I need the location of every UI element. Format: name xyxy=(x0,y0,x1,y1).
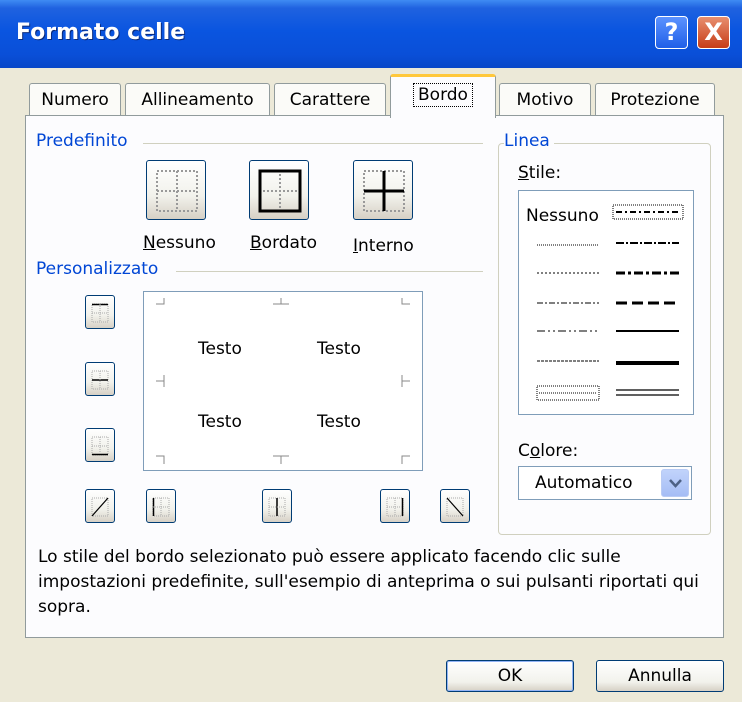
diagonal-down-icon xyxy=(446,497,464,517)
preset-inside-label: Interno xyxy=(353,236,414,256)
border-right-button[interactable] xyxy=(380,489,410,523)
help-icon: ? xyxy=(664,18,679,46)
border-diagonal-up-button[interactable] xyxy=(85,489,115,523)
tab-label: Motivo xyxy=(516,90,574,110)
format-cells-dialog: Formato celle ? X Numero Allineamento Ca… xyxy=(0,0,742,702)
color-value: Automatico xyxy=(535,473,633,493)
colore-label: Colore: xyxy=(518,441,579,461)
border-inside-horizontal-icon xyxy=(91,370,109,390)
border-top-button[interactable] xyxy=(85,295,115,329)
tab-protezione[interactable]: Protezione xyxy=(595,83,715,116)
preview-text: Testo xyxy=(317,339,361,359)
border-diagonal-down-button[interactable] xyxy=(440,489,470,523)
tab-label: Numero xyxy=(41,90,109,110)
linea-label: Linea xyxy=(504,131,554,151)
tab-label: Protezione xyxy=(610,90,700,110)
border-inside-horizontal-button[interactable] xyxy=(85,362,115,396)
border-right-icon xyxy=(386,497,404,517)
cancel-button[interactable]: Annulla xyxy=(596,660,724,692)
preset-none-label: Nessuno xyxy=(143,233,216,253)
border-none-icon xyxy=(156,170,198,212)
tab-bordo[interactable]: Bordo xyxy=(390,74,496,118)
preview-text: Testo xyxy=(317,412,361,432)
tab-carattere[interactable]: Carattere xyxy=(274,83,386,116)
preset-none-button[interactable] xyxy=(146,160,206,220)
window-title: Formato celle xyxy=(16,20,186,45)
diagonal-up-icon xyxy=(91,497,109,517)
border-outline-icon xyxy=(258,169,302,213)
color-dropdown[interactable]: Automatico xyxy=(518,466,692,500)
line-style-options xyxy=(536,204,684,401)
border-bottom-icon xyxy=(91,436,109,456)
border-left-icon xyxy=(152,497,170,517)
border-top-icon xyxy=(91,303,109,323)
tab-label: Allineamento xyxy=(141,90,254,110)
preset-inside-button[interactable] xyxy=(353,160,413,220)
border-preview[interactable]: Testo Testo Testo Testo xyxy=(143,291,423,471)
border-bottom-button[interactable] xyxy=(85,428,115,462)
preview-corner-marks xyxy=(156,298,410,464)
tab-numero[interactable]: Numero xyxy=(29,83,121,116)
dropdown-arrow-button[interactable] xyxy=(661,469,689,497)
help-description: Lo stile del bordo selezionato può esser… xyxy=(38,547,699,617)
tab-label: Bordo xyxy=(413,83,473,107)
preset-outline-label: Bordato xyxy=(250,233,318,253)
personalizzato-label: Personalizzato xyxy=(36,259,163,279)
border-inside-vertical-icon xyxy=(268,497,286,517)
predefinito-label: Predefinito xyxy=(36,131,132,151)
close-icon: X xyxy=(704,18,723,46)
line-style-list[interactable]: Nessuno xyxy=(518,190,694,415)
chevron-down-icon xyxy=(669,479,682,488)
preset-outline-button[interactable] xyxy=(249,160,309,220)
personalizzato-separator xyxy=(176,271,483,272)
help-button[interactable]: ? xyxy=(655,16,688,49)
stile-label: Stile: xyxy=(518,163,562,183)
ok-button[interactable]: OK xyxy=(446,660,574,692)
tab-label: Carattere xyxy=(289,90,371,110)
border-inside-icon xyxy=(363,170,405,212)
tab-motivo[interactable]: Motivo xyxy=(499,83,591,116)
tab-allineamento[interactable]: Allineamento xyxy=(125,83,270,116)
border-inside-vertical-button[interactable] xyxy=(262,489,292,523)
preview-text: Testo xyxy=(198,412,242,432)
close-button[interactable]: X xyxy=(697,16,730,49)
border-left-button[interactable] xyxy=(146,489,176,523)
title-bar[interactable]: Formato celle ? X xyxy=(0,0,742,68)
predefinito-separator xyxy=(143,143,483,144)
preview-text: Testo xyxy=(198,339,242,359)
